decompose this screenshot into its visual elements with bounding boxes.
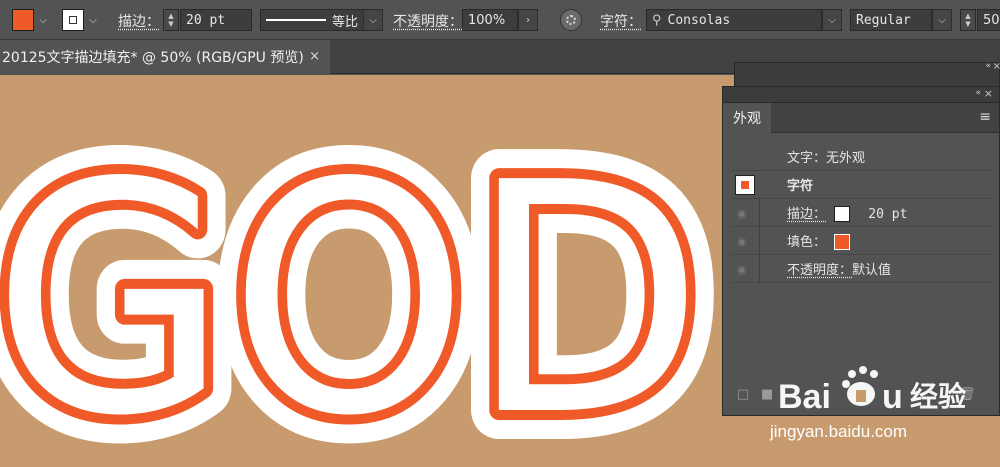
opacity-input[interactable]: 100% <box>462 9 518 31</box>
font-style-chevron-icon[interactable]: ⌵ <box>932 9 952 31</box>
stroke-profile-label: 等比 <box>331 14 358 30</box>
stroke-label[interactable]: 描边： <box>118 11 160 31</box>
appearance-collapse-icon[interactable]: « <box>975 88 980 98</box>
stroke-row-value: 20 pt <box>868 206 908 222</box>
font-family-name: Consolas <box>667 12 731 28</box>
stroke-width-stepper[interactable]: ▲ ▼ <box>163 9 179 31</box>
character-label[interactable]: 字符： <box>600 11 642 31</box>
appearance-panel-titlebar[interactable]: « × <box>723 87 999 103</box>
document-tab[interactable]: 20125文字描边填充* @ 50% (RGB/GPU 预览) × <box>0 40 330 74</box>
opacity-label[interactable]: 不透明度： <box>393 11 463 31</box>
stroke-profile-line-icon <box>266 19 326 21</box>
add-new-fill-icon[interactable]: ■ <box>761 387 773 402</box>
god-text-artwork[interactable]: GOD GOD GOD <box>0 75 730 467</box>
fill-dropdown-chevron-icon[interactable]: ⌵ <box>36 9 50 31</box>
characters-label: 字符 <box>787 179 814 194</box>
text-label: 文字： <box>787 151 827 166</box>
font-style-select[interactable]: Regular <box>850 9 932 31</box>
opacity-row-value: 默认值 <box>852 263 892 278</box>
tab-appearance[interactable]: 外观 <box>723 103 771 133</box>
appearance-close-icon[interactable]: × <box>984 87 993 100</box>
fill-visibility-eye-icon[interactable]: ◉ <box>737 235 751 248</box>
font-size-input[interactable]: 500 <box>977 9 1000 31</box>
stroke-row-swatch[interactable] <box>834 206 851 223</box>
font-search-icon: ⚲ <box>652 12 662 28</box>
appearance-row-opacity[interactable]: ◉ 不透明度：默认值 <box>731 255 993 283</box>
font-family-chevron-icon[interactable]: ⌵ <box>822 9 842 31</box>
appearance-row-fill[interactable]: ◉ 填色： <box>731 227 993 255</box>
stroke-swatch-inner-icon <box>69 16 77 24</box>
appearance-list: 文字：无外观 字符 ◉ 描边： 20 pt ◉ 填色： ◉ 不透明度：默认值 <box>731 143 993 283</box>
control-bar: ⌵ ⌵ 描边： ▲ ▼ 20 pt 等比 ⌵ 不透明度： 100% › 字符： ⚲… <box>0 0 1000 40</box>
stroke-visibility-eye-icon[interactable]: ◉ <box>737 207 751 220</box>
recolor-artwork-icon[interactable] <box>560 9 582 31</box>
panel-group-close-icon[interactable]: × <box>993 61 1000 72</box>
appearance-panel: « × 外观 ≡ 文字：无外观 字符 ◉ 描边： 20 pt ◉ 填色： ◉ 不… <box>722 86 1000 416</box>
appearance-bottom-toolbar: □ ■ 🗑 <box>731 387 993 407</box>
stroke-row-label[interactable]: 描边： <box>787 207 826 222</box>
opacity-arrow-icon[interactable]: › <box>518 9 538 31</box>
stroke-dropdown-chevron-icon[interactable]: ⌵ <box>86 9 100 31</box>
document-title: 20125文字描边填充* @ 50% (RGB/GPU 预览) <box>2 50 304 66</box>
panel-collapse-icon[interactable]: « <box>985 61 991 71</box>
appearance-tab-row: 外观 ≡ <box>723 103 999 133</box>
stroke-color-swatch[interactable] <box>62 9 84 31</box>
fill-color-swatch[interactable] <box>12 9 34 31</box>
characters-thumbnail-icon <box>735 175 755 195</box>
opacity-row-label[interactable]: 不透明度： <box>787 263 852 278</box>
text-value: 无外观 <box>826 151 866 166</box>
stroke-profile-chevron-icon[interactable]: ⌵ <box>363 9 383 31</box>
stroke-profile-select[interactable]: 等比 <box>260 9 364 31</box>
font-family-input[interactable]: ⚲ Consolas <box>646 9 822 31</box>
appearance-row-characters[interactable]: 字符 <box>731 171 993 199</box>
add-new-stroke-icon[interactable]: □ <box>737 387 749 402</box>
appearance-row-stroke[interactable]: ◉ 描边： 20 pt <box>731 199 993 227</box>
appearance-row-text[interactable]: 文字：无外观 <box>731 143 993 171</box>
close-tab-icon[interactable]: × <box>309 49 320 64</box>
fill-row-swatch[interactable] <box>834 234 851 251</box>
delete-item-icon[interactable]: 🗑 <box>959 387 976 402</box>
fill-row-label: 填色： <box>787 234 827 250</box>
stroke-width-input[interactable]: 20 pt <box>180 9 252 31</box>
font-size-stepper[interactable]: ▲ ▼ <box>960 9 976 31</box>
panel-menu-icon[interactable]: ≡ <box>979 109 991 125</box>
god-text-fill: GOD <box>0 115 704 467</box>
opacity-visibility-eye-icon[interactable]: ◉ <box>737 263 751 276</box>
